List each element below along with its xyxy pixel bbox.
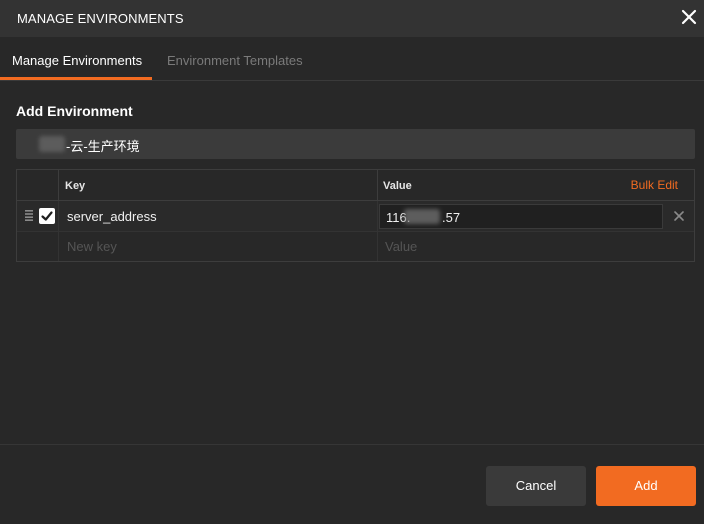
environment-name-input[interactable]: -云-生产环境 (16, 129, 695, 159)
row-enabled-checkbox[interactable] (39, 208, 55, 224)
modal-title: MANAGE ENVIRONMENTS (17, 11, 184, 26)
tab-environment-templates[interactable]: Environment Templates (167, 37, 303, 80)
modal-titlebar: MANAGE ENVIRONMENTS (0, 0, 704, 37)
header-value: Value (383, 180, 412, 192)
drag-handle-icon[interactable] (25, 210, 33, 221)
tab-manage-environments[interactable]: Manage Environments (0, 37, 152, 80)
column-divider (377, 232, 378, 261)
column-divider (377, 170, 378, 201)
checkmark-icon (41, 211, 53, 221)
header-key: Key (65, 180, 86, 192)
redacted-text (404, 209, 440, 224)
new-value-input[interactable]: Value (385, 239, 417, 254)
column-divider (58, 232, 59, 261)
new-key-input[interactable]: New key (67, 239, 117, 254)
section-title: Add Environment (16, 103, 133, 119)
delete-row-icon[interactable] (673, 210, 685, 222)
variables-table: Key Value Bulk Edit server_address 116. … (16, 169, 695, 262)
column-divider (377, 201, 378, 232)
environment-name-text: -云-生产环境 (66, 139, 140, 154)
bulk-edit-link[interactable]: Bulk Edit (631, 178, 678, 192)
column-divider (58, 201, 59, 232)
close-icon[interactable] (678, 6, 700, 28)
cancel-button[interactable]: Cancel (486, 466, 586, 506)
redacted-text (39, 136, 65, 152)
row-value-field[interactable]: 116. .57 (379, 204, 663, 229)
table-row: server_address 116. .57 (17, 201, 694, 232)
add-button[interactable]: Add (596, 466, 696, 506)
row-value-end: .57 (442, 210, 461, 225)
column-divider (58, 170, 59, 201)
row-key-field[interactable]: server_address (67, 209, 157, 224)
footer-divider (0, 444, 704, 445)
table-header: Key Value Bulk Edit (17, 170, 694, 201)
new-row: New key Value (17, 232, 694, 261)
tab-bar: Manage Environments Environment Template… (0, 37, 704, 81)
